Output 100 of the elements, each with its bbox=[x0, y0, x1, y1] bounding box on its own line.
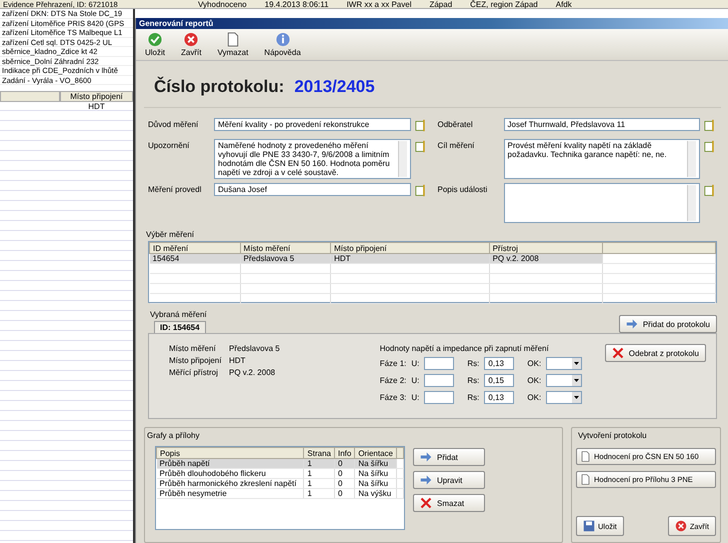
toolbar-button[interactable]: Zavřít bbox=[178, 32, 204, 57]
table-cell: HDT bbox=[334, 254, 351, 263]
action-button[interactable]: Smazat bbox=[413, 494, 485, 512]
status-text: Západ bbox=[428, 0, 454, 8]
scrollbar bbox=[398, 141, 406, 177]
text-field[interactable]: 0,15 bbox=[484, 374, 514, 387]
table-cell: 0 bbox=[338, 489, 342, 498]
table-row[interactable]: Průběh nesymetrie 1 0 Na výšku bbox=[156, 488, 404, 498]
table-cell: 0 bbox=[338, 469, 342, 478]
field-label: U: bbox=[411, 376, 420, 385]
field-label: Fáze 1: bbox=[380, 359, 406, 368]
action-button[interactable]: Upravit bbox=[413, 471, 485, 489]
cross-icon bbox=[420, 497, 432, 509]
field-label: Cíl měření bbox=[438, 140, 476, 150]
detail-value: HDT bbox=[229, 356, 246, 365]
caret-icon bbox=[572, 358, 582, 369]
text-area[interactable] bbox=[504, 183, 700, 223]
table-row[interactable]: Průběh harmonického zkreslení napětí 1 0 Na šířku bbox=[156, 478, 404, 488]
section-label: Vytvoření protokolu bbox=[577, 430, 648, 442]
text-field[interactable]: Dušana Josef bbox=[214, 183, 410, 196]
field-label: Důvod měření bbox=[148, 119, 200, 129]
field-label: Rs: bbox=[467, 393, 480, 402]
table-cell: 0 bbox=[338, 479, 342, 488]
remove-button[interactable]: Odebrat z protokolu bbox=[604, 344, 706, 362]
field-label: OK: bbox=[527, 359, 542, 368]
field-label: Fáze 3: bbox=[380, 393, 406, 402]
field-label: OK: bbox=[527, 393, 542, 402]
status-text: IWR xx a xx Pavel bbox=[346, 0, 412, 8]
field-label: U: bbox=[411, 393, 420, 402]
picker-icon bbox=[704, 119, 717, 132]
table-cell: Na šířku bbox=[358, 469, 388, 478]
page-icon bbox=[580, 474, 591, 485]
table-cell: Předslavova 5 bbox=[244, 254, 294, 263]
column-header: Orientace bbox=[354, 448, 396, 458]
group-label: Hodnoty napětí a impedance při zapnutí měření bbox=[380, 344, 549, 353]
protocol-label: Číslo protokolu: bbox=[154, 77, 284, 97]
scrollbar bbox=[687, 185, 696, 221]
cross-icon bbox=[612, 347, 624, 359]
dialog-title: Generování reportů bbox=[136, 18, 728, 29]
protocol-number: 2013/2405 bbox=[294, 77, 375, 97]
column-header bbox=[0, 91, 60, 102]
text-field[interactable]: 0,13 bbox=[484, 391, 514, 404]
field-label: Odběratel bbox=[438, 119, 474, 129]
text-field[interactable] bbox=[424, 374, 454, 387]
arrow-icon bbox=[420, 451, 432, 463]
text-area[interactable]: Naměřené hodnoty z provedeného měření vyhovují dle PNE 33 3430-7, 9/6/2008 a limitním hodnotám dle ČSN EN 50 160. Hodnota poměru napětí ve zdroji a v celé soustavě. bbox=[214, 139, 410, 179]
table-row[interactable]: 154654 Předslavova 5 HDT PQ v.2. 2008 bbox=[150, 254, 716, 264]
table-cell: 0 bbox=[338, 459, 342, 468]
text-field[interactable]: Měření kvality - po provedení rekonstrukce bbox=[214, 118, 410, 131]
table-cell: Na šířku bbox=[358, 479, 388, 488]
action-button[interactable]: Přidat bbox=[413, 448, 485, 466]
field-label: Upozornění bbox=[148, 140, 190, 150]
table-cell: Průběh napětí bbox=[160, 459, 210, 468]
table-cell: 1 bbox=[307, 479, 312, 488]
detail-value: Předslavova 5 bbox=[229, 344, 280, 353]
picker-icon bbox=[414, 184, 428, 197]
detail-label: Místo připojení bbox=[169, 356, 222, 365]
caret-icon bbox=[572, 375, 582, 386]
page-icon bbox=[580, 451, 591, 462]
table-cell: Průběh harmonického zkreslení napětí bbox=[160, 479, 296, 488]
picker-icon bbox=[414, 140, 428, 153]
dropdown[interactable] bbox=[546, 374, 582, 387]
table-cell-text: HDT bbox=[87, 102, 106, 111]
toolbar-button[interactable]: Uložit bbox=[142, 32, 168, 57]
toolbar-button[interactable]: Nápověda bbox=[261, 32, 304, 57]
column-header: Strana bbox=[304, 448, 334, 458]
table-cell: 154654 bbox=[152, 254, 180, 263]
detail-value: PQ v.2. 2008 bbox=[229, 368, 276, 377]
detail-label: Měřící přístroj bbox=[169, 368, 219, 377]
status-text: ČEZ, region Západ bbox=[469, 0, 539, 8]
table-cell: Na výšku bbox=[358, 489, 392, 498]
save-icon bbox=[147, 32, 163, 47]
table-cell: Na šířku bbox=[358, 459, 388, 468]
column-header: Popis bbox=[156, 448, 304, 458]
table-cell: Průběh nesymetrie bbox=[160, 489, 227, 498]
table-cell: 1 bbox=[307, 459, 312, 468]
dropdown[interactable] bbox=[546, 357, 582, 370]
text-field[interactable] bbox=[424, 357, 454, 370]
column-header: Místo připojení bbox=[330, 242, 490, 254]
column-header: Místo připojení bbox=[60, 91, 133, 102]
field-label: Popis události bbox=[438, 184, 488, 194]
text-area[interactable]: Provést měření kvality napětí na základě požadavku. Technika garance napětí: ne, ne. bbox=[504, 139, 700, 179]
field-label: Rs: bbox=[467, 376, 480, 385]
toolbar-button[interactable]: Vymazat bbox=[214, 32, 252, 57]
text-field[interactable]: Josef Thurnwald, Předslavova 11 bbox=[504, 118, 700, 131]
field-label: OK: bbox=[527, 376, 542, 385]
close-icon bbox=[183, 32, 200, 47]
status-text: 19.4.2013 8:06:11 bbox=[264, 0, 330, 8]
tab[interactable]: ID: 154654 bbox=[154, 321, 206, 333]
dropdown[interactable] bbox=[546, 391, 582, 404]
caret-icon bbox=[572, 392, 582, 403]
add-button[interactable]: Přidat do protokolu bbox=[618, 315, 717, 333]
text-field[interactable]: 0,13 bbox=[484, 357, 514, 370]
table-row[interactable]: Průběh dlouhodobého flickeru 1 0 Na šířku bbox=[156, 468, 404, 478]
text-field[interactable] bbox=[424, 391, 454, 404]
section-label: Grafy a přílohy bbox=[146, 430, 200, 442]
picker-icon bbox=[704, 140, 717, 153]
field-label: U: bbox=[411, 359, 420, 368]
section-label: Výběr měření bbox=[145, 229, 196, 241]
field-label: Měření provedl bbox=[148, 184, 202, 194]
